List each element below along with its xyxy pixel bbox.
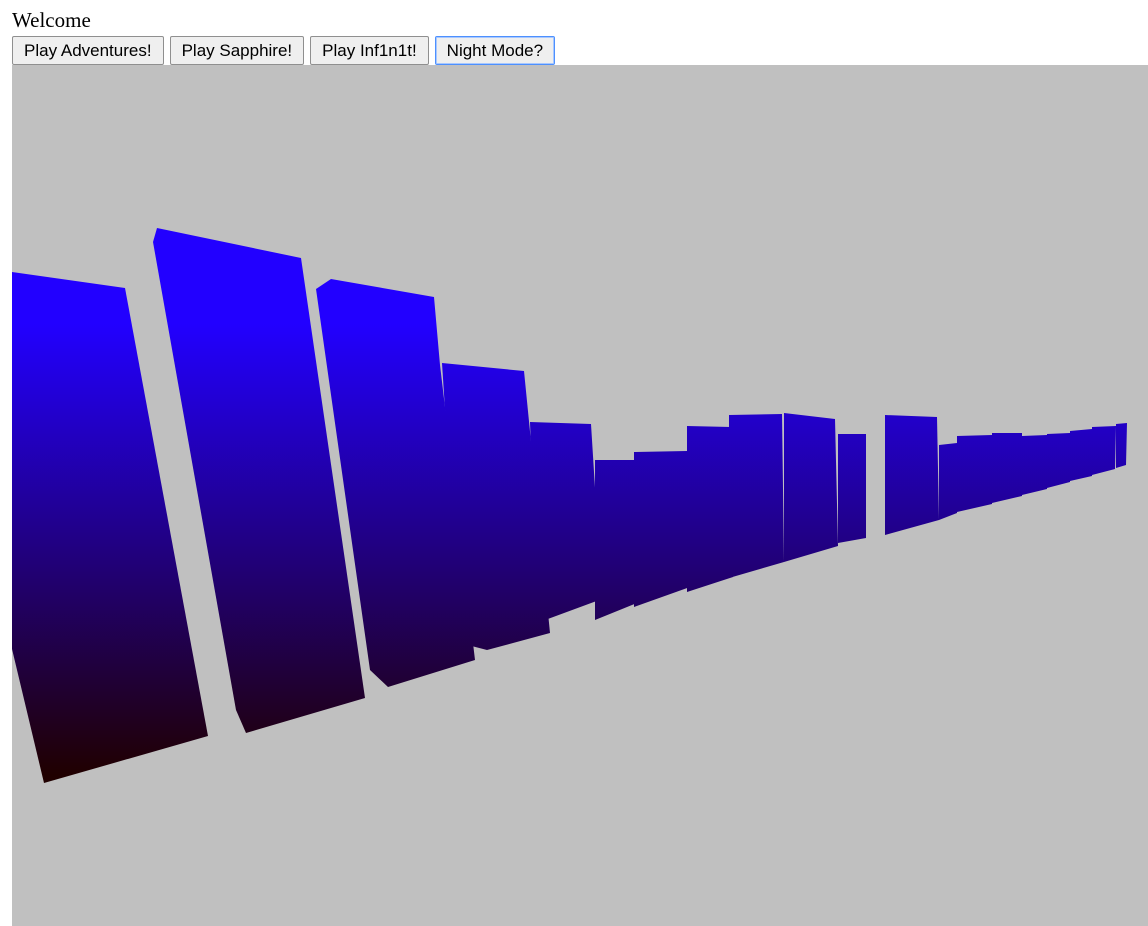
bar-far-11 [838,434,866,543]
night-mode-button[interactable]: Night Mode? [434,36,556,65]
game-canvas[interactable] [12,65,1148,926]
welcome-heading: Welcome [12,8,91,32]
toolbar: Play Adventures! Play Sapphire! Play Inf… [12,36,556,65]
play-sapphire-button[interactable]: Play Sapphire! [169,36,305,65]
page: Welcome Play Adventures! Play Sapphire! … [0,0,1148,926]
bar-far-19 [1092,426,1116,475]
bar-mid-09 [729,414,784,578]
bar-far-18 [1070,429,1092,481]
bar-far-20 [1116,423,1127,468]
bar-far-12 [885,415,939,535]
play-adventures-button[interactable]: Play Adventures! [12,36,164,65]
bar-far-16 [1022,435,1047,495]
bar-far-15 [992,433,1022,503]
bar-mid-08 [687,426,733,592]
bar-far-14 [957,435,992,512]
bar-far-13 [939,443,957,520]
play-infinit-button[interactable]: Play Inf1n1t! [310,36,429,65]
bar-mid-07 [634,451,690,607]
bar-far-17 [1047,433,1070,488]
bar-mid-10 [784,413,838,562]
scene-render [12,228,1127,783]
